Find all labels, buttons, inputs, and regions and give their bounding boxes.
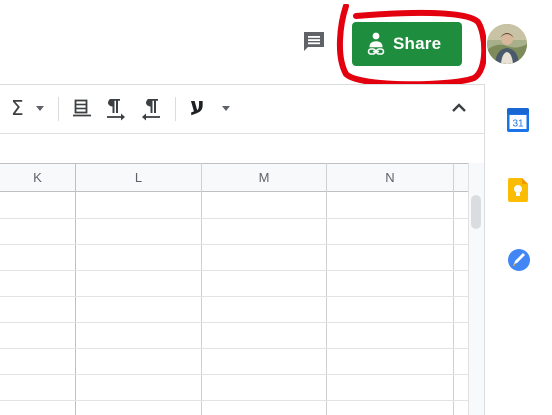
column-divider (75, 163, 76, 415)
sigma-functions-icon[interactable]: Σ (11, 96, 24, 120)
keep-icon[interactable] (508, 178, 528, 202)
column-header-k[interactable]: K (0, 163, 75, 192)
share-person-link-icon (367, 32, 385, 55)
row-divider (0, 244, 468, 245)
comment-icon[interactable] (302, 30, 326, 54)
column-header-n[interactable]: N (327, 163, 453, 192)
ltr-direction-icon[interactable] (105, 97, 127, 121)
row-divider (0, 374, 468, 375)
column-divider (453, 163, 454, 415)
formula-bar[interactable] (0, 134, 484, 163)
column-header-l[interactable]: L (76, 163, 201, 192)
row-divider (0, 322, 468, 323)
app-header (0, 0, 552, 84)
dropdown-arrow-icon[interactable] (222, 106, 230, 112)
dropdown-arrow-icon[interactable] (36, 106, 44, 112)
toolbar-separator (175, 97, 176, 121)
row-divider (0, 348, 468, 349)
calendar-date: 31 (512, 119, 524, 130)
tasks-icon[interactable] (507, 248, 531, 272)
account-avatar[interactable] (487, 24, 527, 64)
row-divider (0, 270, 468, 271)
calendar-icon[interactable]: 31 (507, 108, 529, 132)
column-divider (201, 163, 202, 415)
column-header-m[interactable]: M (202, 163, 326, 192)
column-divider (326, 163, 327, 415)
row-divider (0, 400, 468, 401)
formatting-toolbar: Σ ע (0, 85, 484, 133)
avatar-photo (487, 24, 527, 64)
hebrew-text-icon[interactable]: ע (190, 94, 205, 119)
text-wrapping-icon[interactable] (73, 98, 93, 118)
share-button[interactable]: Share (352, 22, 462, 66)
row-divider (0, 296, 468, 297)
collapse-toolbar-icon[interactable] (451, 101, 467, 113)
row-divider (0, 218, 468, 219)
scrollbar-thumb[interactable] (471, 195, 481, 229)
toolbar-separator (58, 97, 59, 121)
rtl-direction-icon[interactable] (140, 97, 162, 121)
share-button-label: Share (393, 34, 442, 53)
